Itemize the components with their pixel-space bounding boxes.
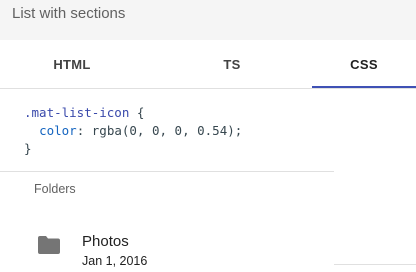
section-subheader: Folders bbox=[34, 182, 76, 196]
code-property: color bbox=[39, 123, 77, 138]
list-item-subtitle: Jan 1, 2016 bbox=[82, 254, 148, 268]
code-close-brace: } bbox=[24, 141, 32, 156]
list-item-title: Photos bbox=[82, 233, 129, 250]
section-divider bbox=[0, 171, 334, 172]
right-divider bbox=[334, 264, 416, 265]
app-header: List with sections bbox=[0, 0, 416, 40]
code-snippet: .mat-list-icon { color: rgba(0, 0, 0, 0.… bbox=[24, 104, 242, 158]
code-selector: .mat-list-icon bbox=[24, 105, 130, 120]
code-open-brace: { bbox=[129, 105, 145, 120]
tab-ts[interactable]: TS bbox=[160, 40, 304, 88]
tab-html[interactable]: HTML bbox=[0, 40, 144, 88]
code-value: rgba(0, 0, 0, 0.54); bbox=[91, 123, 243, 138]
tab-css[interactable]: CSS bbox=[312, 40, 416, 88]
page-title: List with sections bbox=[12, 5, 126, 22]
list-item[interactable]: Photos Jan 1, 2016 bbox=[0, 222, 334, 272]
active-tab-indicator bbox=[312, 86, 416, 88]
tab-bar: HTML TS CSS bbox=[0, 40, 416, 89]
code-colon: : bbox=[76, 123, 92, 138]
folder-icon bbox=[38, 236, 60, 254]
